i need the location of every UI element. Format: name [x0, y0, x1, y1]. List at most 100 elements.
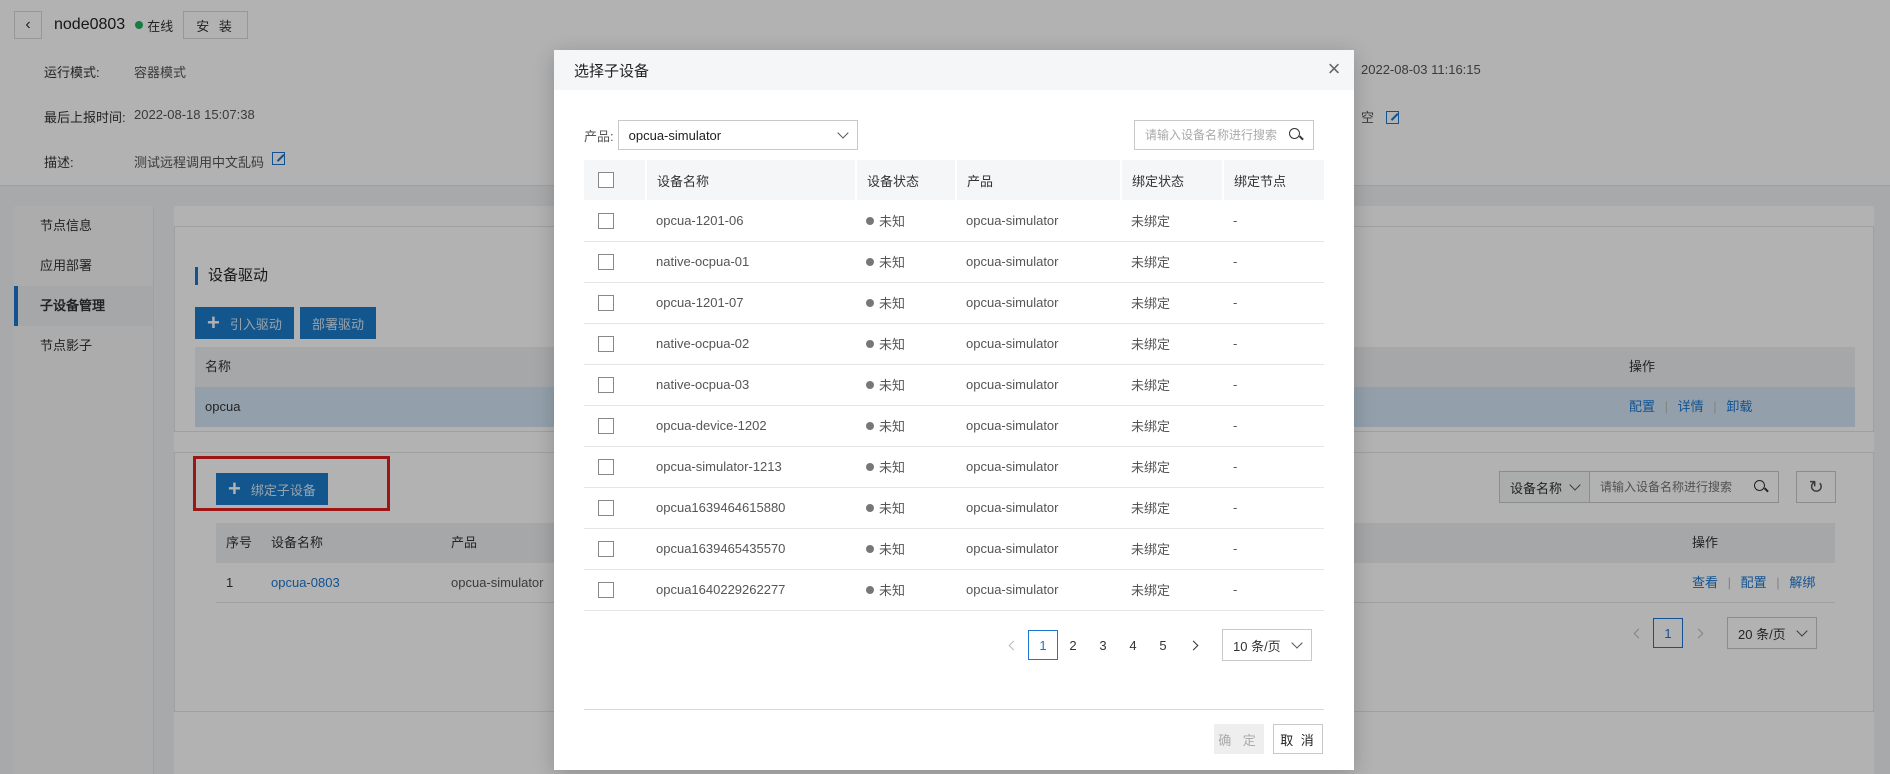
device-product: opcua-simulator [956, 200, 1121, 242]
row-checkbox[interactable] [598, 376, 614, 393]
table-row[interactable]: opcua1640229262277 未知 opcua-simulator 未绑定 - [584, 569, 1324, 611]
product-filter: 产品: opcua-simulator [584, 120, 858, 150]
col-device-status: 设备状态 [855, 160, 956, 200]
row-checkbox[interactable] [598, 581, 614, 598]
device-table-header: 设备名称 设备状态 产品 绑定状态 绑定节点 [584, 160, 1324, 200]
device-product: opcua-simulator [956, 241, 1121, 283]
device-bind-node: - [1223, 364, 1324, 406]
device-bind-node: - [1223, 569, 1324, 611]
device-bind-node: - [1223, 446, 1324, 488]
device-status: 未知 [856, 282, 956, 324]
row-select-cell [584, 569, 646, 611]
status-dot-icon [866, 586, 874, 594]
page-4-button[interactable]: 4 [1118, 630, 1148, 660]
row-checkbox[interactable] [598, 212, 614, 229]
page-5-button[interactable]: 5 [1148, 630, 1178, 660]
dialog-pager: 1 2 3 4 5 10 条/页 [998, 629, 1312, 661]
row-select-cell [584, 446, 646, 488]
chevron-left-icon [1008, 640, 1018, 650]
dialog-page-size-value: 10 条/页 [1233, 638, 1281, 654]
device-bind-status: 未绑定 [1121, 323, 1223, 365]
device-product: opcua-simulator [956, 405, 1121, 447]
search-icon[interactable] [1289, 128, 1303, 142]
row-checkbox[interactable] [598, 417, 614, 434]
device-status: 未知 [856, 446, 956, 488]
device-product: opcua-simulator [956, 282, 1121, 324]
table-row[interactable]: native-ocpua-03 未知 opcua-simulator 未绑定 - [584, 364, 1324, 406]
device-name: opcua-simulator-1213 [646, 446, 856, 488]
status-dot-icon [866, 545, 874, 553]
device-bind-node: - [1223, 282, 1324, 324]
device-status-text: 未知 [879, 460, 906, 475]
device-status-text: 未知 [879, 583, 906, 598]
device-search-input[interactable] [1145, 128, 1285, 142]
table-row[interactable]: opcua-device-1202 未知 opcua-simulator 未绑定 - [584, 405, 1324, 447]
product-select[interactable]: opcua-simulator [617, 120, 858, 150]
device-bind-node: - [1223, 405, 1324, 447]
device-status: 未知 [856, 569, 956, 611]
device-bind-node: - [1223, 241, 1324, 283]
device-status-text: 未知 [879, 501, 906, 516]
device-bind-status: 未绑定 [1121, 446, 1223, 488]
status-dot-icon [866, 299, 874, 307]
device-status-text: 未知 [879, 337, 906, 352]
table-row[interactable]: opcua-1201-07 未知 opcua-simulator 未绑定 - [584, 282, 1324, 324]
next-page-button[interactable] [1178, 630, 1208, 660]
device-name: opcua-1201-07 [646, 282, 856, 324]
prev-page-button[interactable] [998, 630, 1028, 660]
row-checkbox[interactable] [598, 458, 614, 475]
device-status: 未知 [856, 528, 956, 570]
device-bind-status: 未绑定 [1121, 241, 1223, 283]
select-all-checkbox[interactable] [598, 172, 614, 189]
table-row[interactable]: opcua1639465435570 未知 opcua-simulator 未绑定 - [584, 528, 1324, 570]
row-checkbox[interactable] [598, 540, 614, 557]
device-status-text: 未知 [879, 419, 906, 434]
chevron-right-icon [1188, 640, 1198, 650]
table-row[interactable]: native-ocpua-02 未知 opcua-simulator 未绑定 - [584, 323, 1324, 365]
status-dot-icon [866, 504, 874, 512]
device-status-text: 未知 [879, 542, 906, 557]
confirm-button[interactable]: 确 定 [1214, 724, 1264, 754]
close-icon[interactable]: × [1324, 58, 1344, 80]
device-status: 未知 [856, 487, 956, 529]
device-bind-node: - [1223, 323, 1324, 365]
page-1-button[interactable]: 1 [1028, 630, 1058, 660]
device-name: opcua1640229262277 [646, 569, 856, 611]
device-product: opcua-simulator [956, 487, 1121, 529]
page-3-button[interactable]: 3 [1088, 630, 1118, 660]
table-row[interactable]: opcua1639464615880 未知 opcua-simulator 未绑定 - [584, 487, 1324, 529]
row-checkbox[interactable] [598, 335, 614, 352]
dialog-title: 选择子设备 [574, 62, 650, 80]
device-bind-node: - [1223, 200, 1324, 242]
table-row[interactable]: native-ocpua-01 未知 opcua-simulator 未绑定 - [584, 241, 1324, 283]
row-checkbox[interactable] [598, 499, 614, 516]
row-checkbox[interactable] [598, 294, 614, 311]
device-product: opcua-simulator [956, 323, 1121, 365]
row-select-cell [584, 323, 646, 365]
device-name: opcua-device-1202 [646, 405, 856, 447]
col-device-name: 设备名称 [645, 160, 856, 200]
device-bind-status: 未绑定 [1121, 405, 1223, 447]
cancel-button[interactable]: 取 消 [1273, 724, 1323, 754]
device-bind-status: 未绑定 [1121, 569, 1223, 611]
col-bind-node: 绑定节点 [1222, 160, 1324, 200]
page-2-button[interactable]: 2 [1058, 630, 1088, 660]
device-name: opcua1639465435570 [646, 528, 856, 570]
device-status: 未知 [856, 364, 956, 406]
device-bind-status: 未绑定 [1121, 282, 1223, 324]
device-product: opcua-simulator [956, 364, 1121, 406]
row-select-cell [584, 200, 646, 242]
table-row[interactable]: opcua-1201-06 未知 opcua-simulator 未绑定 - [584, 200, 1324, 242]
status-dot-icon [866, 340, 874, 348]
table-row[interactable]: opcua-simulator-1213 未知 opcua-simulator 未绑定… [584, 446, 1324, 488]
device-bind-status: 未绑定 [1121, 487, 1223, 529]
device-name: native-ocpua-01 [646, 241, 856, 283]
dialog-page-size-select[interactable]: 10 条/页 [1222, 629, 1312, 661]
device-product: opcua-simulator [956, 528, 1121, 570]
chevron-down-icon [836, 127, 849, 139]
device-table: 设备名称 设备状态 产品 绑定状态 绑定节点 opcua-1201-06 未知 op… [584, 160, 1324, 611]
device-status: 未知 [856, 405, 956, 447]
row-checkbox[interactable] [598, 253, 614, 270]
product-label: 产品: [584, 128, 614, 144]
device-status: 未知 [856, 200, 956, 242]
